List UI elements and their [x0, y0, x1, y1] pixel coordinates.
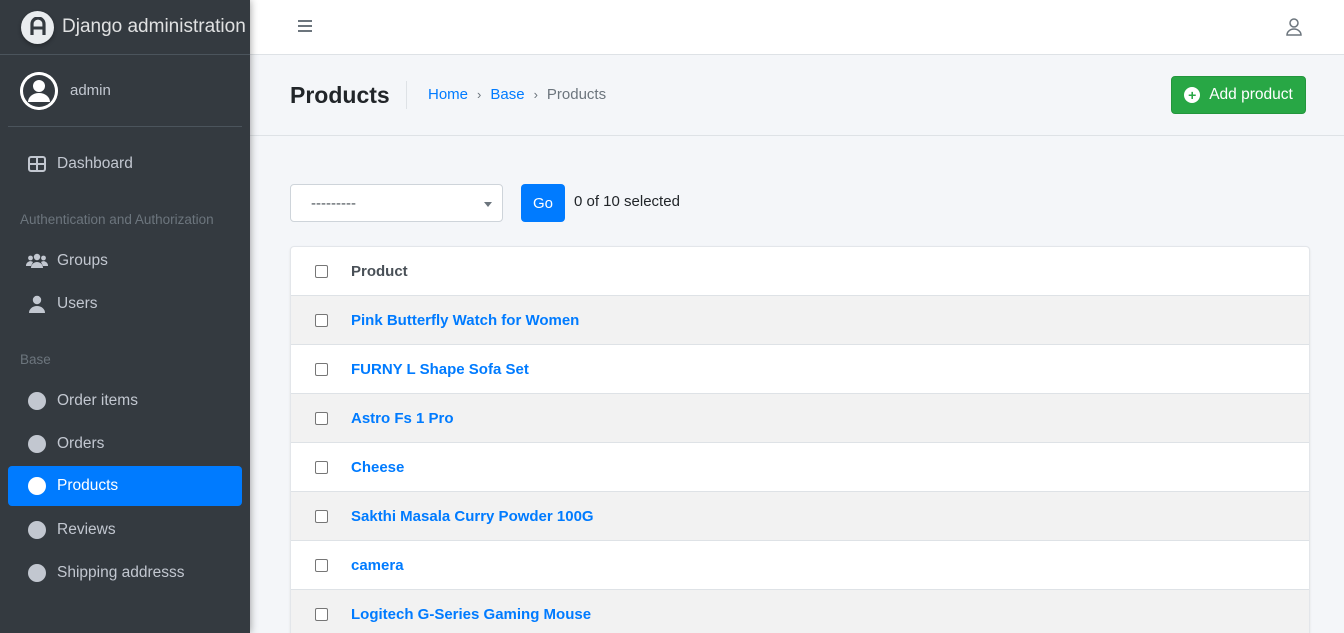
django-logo-icon: [21, 10, 54, 44]
column-header-product[interactable]: Product: [351, 263, 408, 280]
sidebar-item-label: Groups: [57, 252, 108, 269]
product-link[interactable]: FURNY L Shape Sofa Set: [351, 361, 529, 378]
sidebar-item-label: Products: [57, 477, 119, 494]
sidebar-item-orders[interactable]: Orders: [8, 424, 242, 464]
sidebar-item-label: Order items: [57, 392, 138, 409]
row-checkbox[interactable]: [315, 607, 328, 621]
table-header-row: Product: [291, 247, 1309, 296]
add-product-label: Add product: [1209, 86, 1293, 103]
sidebar-item-label: Shipping addresss: [57, 564, 185, 581]
row-checkbox[interactable]: [315, 460, 328, 474]
row-checkbox[interactable]: [315, 313, 328, 327]
add-product-button[interactable]: + Add product: [1171, 76, 1306, 114]
breadcrumb-base[interactable]: Base: [490, 86, 524, 103]
table-row: Sakthi Masala Curry Powder 100G: [291, 491, 1309, 540]
user-panel[interactable]: admin: [8, 55, 242, 127]
sidebar-item-reviews[interactable]: Reviews: [8, 510, 242, 550]
row-checkbox[interactable]: [315, 362, 328, 376]
circle-icon: [26, 391, 48, 411]
row-checkbox[interactable]: [315, 558, 328, 572]
brand-link[interactable]: Django administration: [0, 0, 250, 55]
user-menu-icon[interactable]: [1286, 18, 1302, 41]
sidebar-item-order-items[interactable]: Order items: [8, 381, 242, 421]
user-icon: [26, 294, 48, 314]
breadcrumb-current: Products: [546, 86, 607, 103]
circle-icon: [26, 434, 48, 454]
table-row: Cheese: [291, 442, 1309, 491]
sidebar-item-label: Dashboard: [57, 155, 133, 172]
breadcrumb-separator: ›: [533, 87, 538, 102]
sidebar-item-users[interactable]: Users: [8, 284, 242, 324]
sidebar-item-label: Orders: [57, 435, 105, 452]
circle-icon: [26, 563, 48, 583]
action-select[interactable]: ---------: [290, 184, 503, 222]
product-link[interactable]: Logitech G-Series Gaming Mouse: [351, 606, 591, 623]
product-link[interactable]: Sakthi Masala Curry Powder 100G: [351, 508, 594, 525]
table-row: camera: [291, 540, 1309, 589]
sidebar-item-shipping-addresss[interactable]: Shipping addresss: [8, 553, 242, 593]
table-row: Pink Butterfly Watch for Women: [291, 295, 1309, 344]
table-row: FURNY L Shape Sofa Set: [291, 344, 1309, 393]
selection-counter: 0 of 10 selected: [574, 193, 680, 210]
go-button[interactable]: Go: [521, 184, 565, 222]
breadcrumb: Home › Base › Products: [428, 86, 606, 103]
chevron-down-icon: [484, 202, 492, 207]
action-select-value: ---------: [311, 194, 356, 212]
nav-header-auth: Authentication and Authorization: [20, 212, 214, 227]
product-link[interactable]: camera: [351, 557, 404, 574]
sidebar-item-products[interactable]: Products: [8, 466, 242, 506]
user-name: admin: [70, 82, 111, 99]
nav-header-base: Base: [20, 352, 51, 367]
sidebar: Django administration admin Dashboard Au…: [0, 0, 250, 633]
circle-icon: [26, 476, 48, 496]
sidebar-item-dashboard[interactable]: Dashboard: [8, 144, 242, 184]
sidebar-item-groups[interactable]: Groups: [8, 241, 242, 281]
sidebar-item-label: Users: [57, 295, 98, 312]
table-row: Logitech G-Series Gaming Mouse: [291, 589, 1309, 633]
sidebar-item-label: Reviews: [57, 521, 116, 538]
content-header: Products Home › Base › Products + Add pr…: [250, 55, 1344, 136]
breadcrumb-home[interactable]: Home: [428, 86, 468, 103]
row-checkbox[interactable]: [315, 411, 328, 425]
select-all-checkbox[interactable]: [315, 265, 328, 278]
menu-toggle-icon[interactable]: [298, 19, 312, 33]
plus-circle-icon: +: [1184, 87, 1201, 103]
row-checkbox[interactable]: [315, 509, 328, 523]
groups-icon: [26, 251, 48, 271]
user-avatar-icon: [20, 71, 58, 110]
product-link[interactable]: Pink Butterfly Watch for Women: [351, 312, 579, 329]
page-title: Products: [290, 81, 407, 109]
dashboard-icon: [26, 154, 48, 174]
product-link[interactable]: Cheese: [351, 459, 404, 476]
results-table: Product Pink Butterfly Watch for Women F…: [290, 246, 1310, 633]
circle-icon: [26, 520, 48, 540]
table-row: Astro Fs 1 Pro: [291, 393, 1309, 442]
product-link[interactable]: Astro Fs 1 Pro: [351, 410, 454, 427]
top-navbar: [250, 0, 1344, 55]
brand-title: Django administration: [62, 16, 246, 37]
breadcrumb-separator: ›: [477, 87, 482, 102]
